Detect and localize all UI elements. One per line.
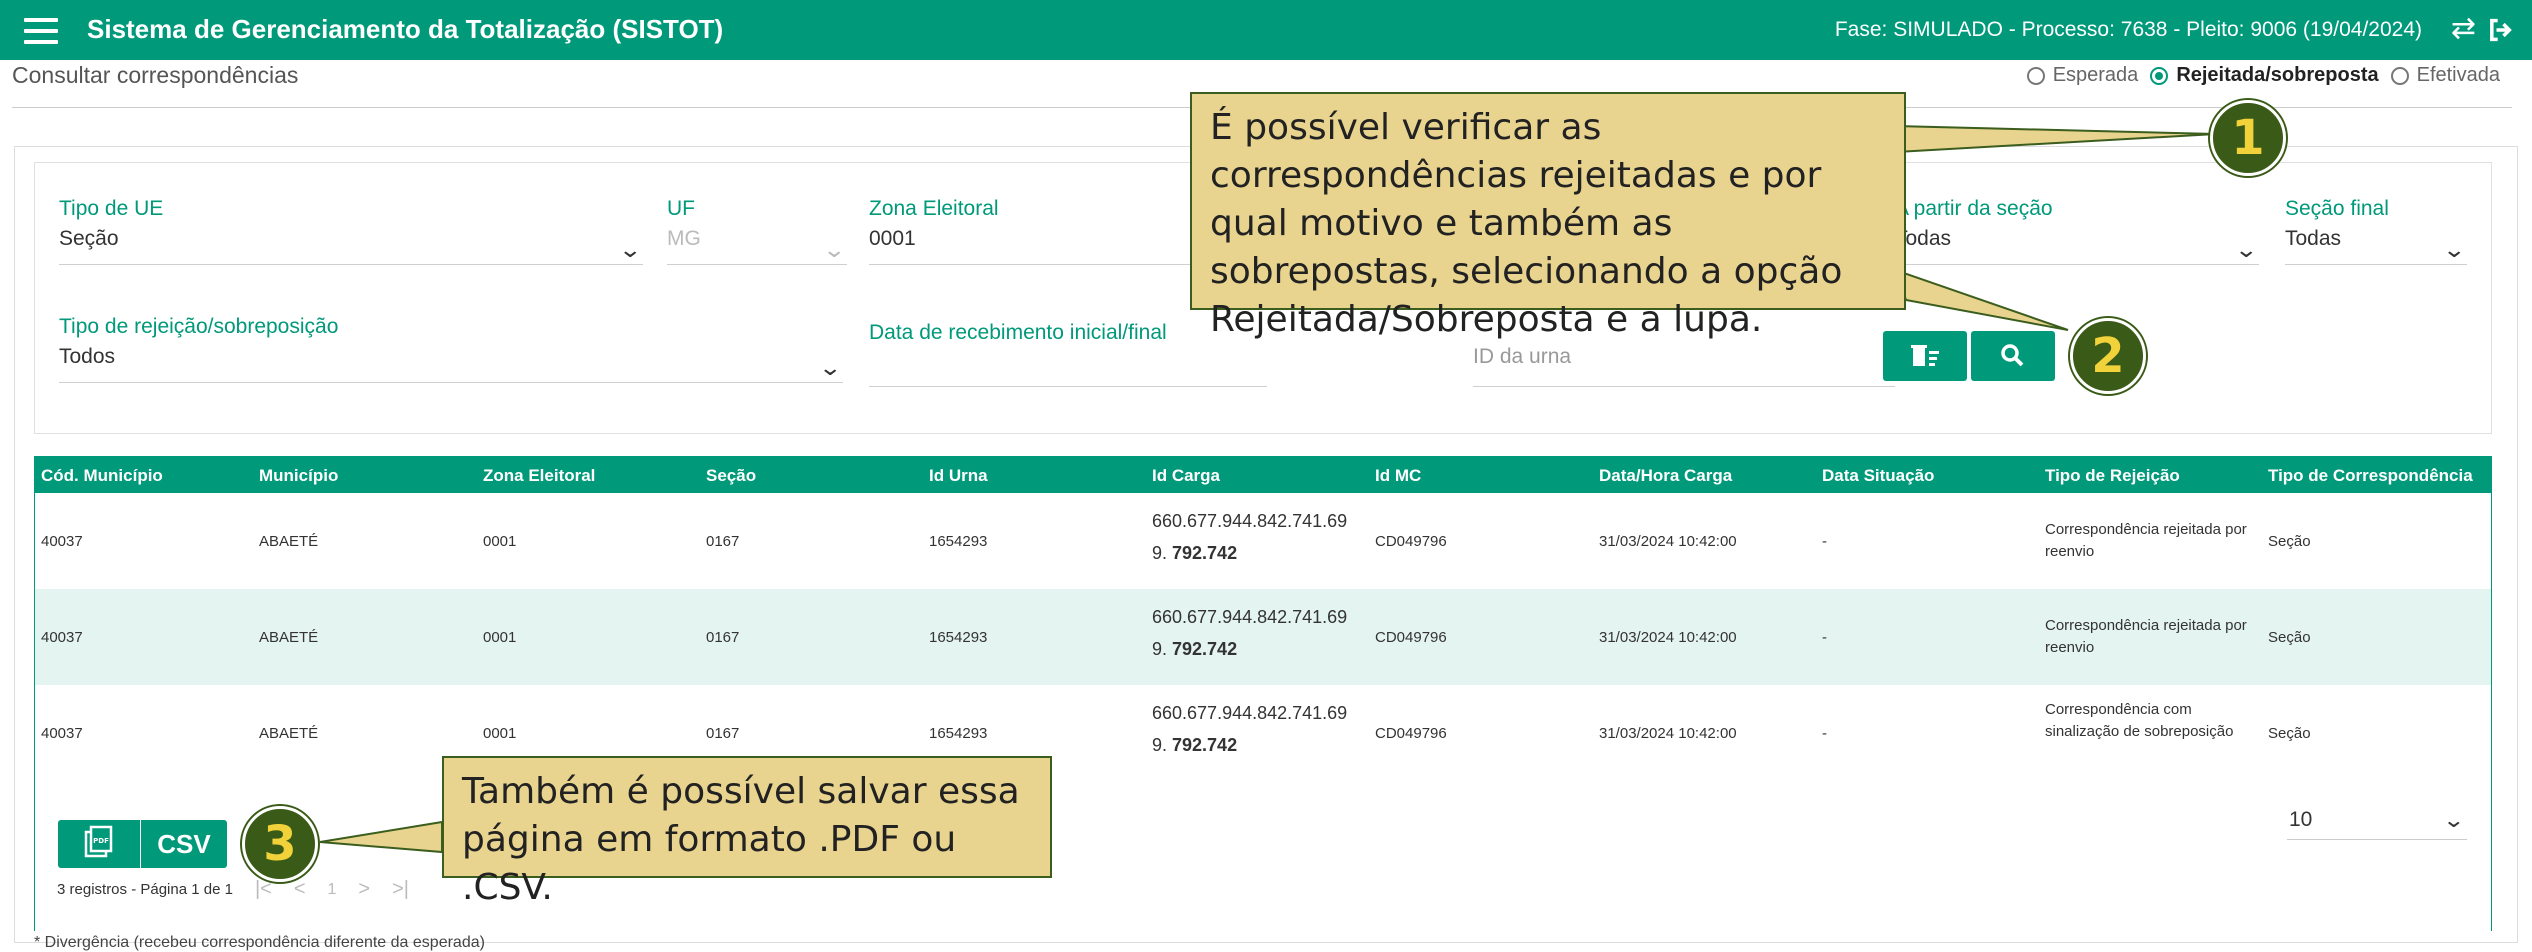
callout-1: É possível verificar as correspondências…: [1190, 92, 1906, 340]
callout-3: Também é possível salvar essa página em …: [442, 756, 1052, 908]
callout-badge-1: 1: [2210, 100, 2286, 176]
callout-badge-3: 3: [242, 806, 318, 882]
callout-badge-2: 2: [2070, 318, 2146, 394]
